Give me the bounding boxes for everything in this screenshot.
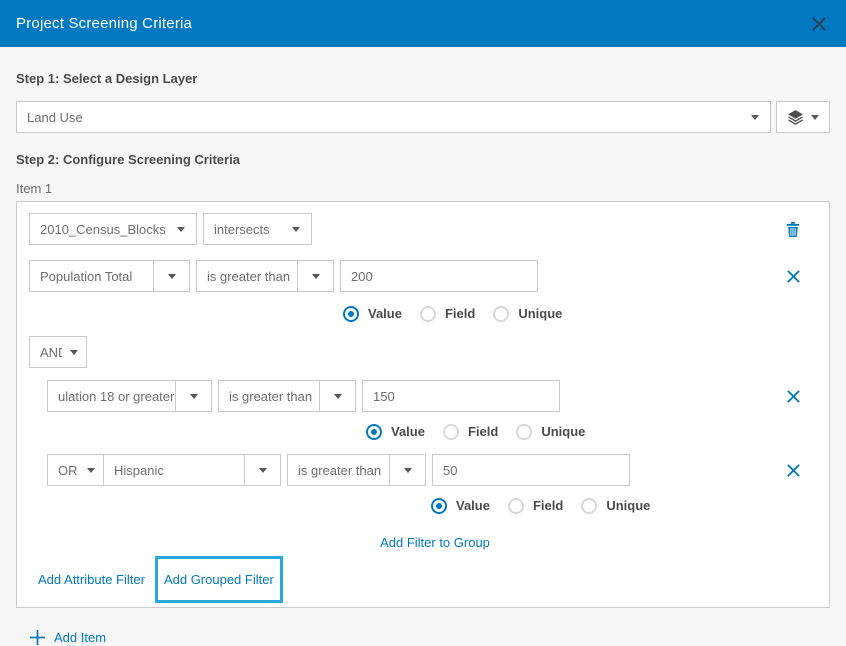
filter2-value-input[interactable] (362, 380, 560, 412)
geometry-row: 2010_Census_Blocks intersects (29, 213, 817, 245)
logic-or-value: OR (48, 463, 79, 478)
filter1-radio-value[interactable]: Value (343, 306, 402, 322)
radio-label-unique: Unique (606, 498, 650, 513)
filter3-radio-value[interactable]: Value (431, 498, 490, 514)
screening-item-panel: 2010_Census_Blocks intersects (16, 201, 830, 608)
radio-label-value: Value (368, 306, 402, 321)
filter3-mode-radios: Value Field Unique (431, 497, 817, 514)
close-icon[interactable] (810, 15, 828, 33)
logic-and-select[interactable]: AND (29, 336, 87, 368)
remove-filter1-button[interactable] (786, 269, 801, 284)
filter2-operator-select[interactable]: is greater than (218, 380, 356, 412)
filter1-operator-select[interactable]: is greater than (196, 260, 334, 292)
radio-label-field: Field (468, 424, 498, 439)
add-filter-to-group-link[interactable]: Add Filter to Group (380, 535, 490, 550)
delete-item-button[interactable] (785, 221, 801, 238)
filter2-mode-radios: Value Field Unique (366, 423, 817, 440)
add-filter-to-group-row: Add Filter to Group (29, 535, 817, 550)
radio-icon (420, 306, 436, 322)
filter2-radio-unique[interactable]: Unique (516, 424, 585, 440)
radio-label-field: Field (533, 498, 563, 513)
filter1-mode-radios: Value Field Unique (343, 305, 817, 322)
filter2-operator-value: is greater than (219, 389, 319, 404)
step1-label: Step 1: Select a Design Layer (16, 71, 830, 86)
filter1-operator-value: is greater than (197, 269, 297, 284)
design-layer-value: Land Use (17, 110, 740, 125)
attribute-filter-row-1: Population Total is greater than (29, 260, 817, 292)
remove-filter3-button[interactable] (786, 463, 801, 478)
chevron-down-icon (811, 115, 819, 120)
close-icon (786, 389, 801, 404)
add-attribute-filter-link[interactable]: Add Attribute Filter (38, 572, 145, 587)
design-layer-select[interactable]: Land Use (16, 101, 771, 133)
radio-label-value: Value (391, 424, 425, 439)
filter1-radio-unique[interactable]: Unique (493, 306, 562, 322)
filter1-field-value: Population Total (30, 269, 153, 284)
chevron-down-icon (740, 115, 770, 120)
radio-label-value: Value (456, 498, 490, 513)
filter3-operator-select[interactable]: is greater than (287, 454, 426, 486)
filter2-field-select[interactable]: ulation 18 or greater (47, 380, 212, 412)
radio-selected-icon (366, 424, 382, 440)
spatial-operator-value: intersects (204, 222, 281, 237)
dialog-title: Project Screening Criteria (16, 15, 192, 32)
radio-icon (493, 306, 509, 322)
dialog-body: Step 1: Select a Design Layer Land Use S… (0, 71, 846, 646)
radio-label-unique: Unique (541, 424, 585, 439)
attribute-filter-row-3: OR Hispanic is greater than (47, 454, 817, 486)
filter1-value-input[interactable] (340, 260, 538, 292)
filter1-field-select[interactable]: Population Total (29, 260, 190, 292)
radio-label-field: Field (445, 306, 475, 321)
filter3-field-select[interactable]: Hispanic (103, 454, 281, 486)
filter-actions-row: Add Attribute Filter Add Grouped Filter (29, 556, 817, 603)
close-icon (786, 463, 801, 478)
radio-icon (508, 498, 524, 514)
design-layer-row: Land Use (16, 101, 830, 133)
chevron-down-icon (153, 261, 189, 291)
chevron-down-icon (281, 227, 311, 232)
filter3-value-input[interactable] (432, 454, 630, 486)
spatial-operator-select[interactable]: intersects (203, 213, 312, 245)
chevron-down-icon (244, 455, 280, 485)
filter3-radio-unique[interactable]: Unique (581, 498, 650, 514)
chevron-down-icon (319, 381, 355, 411)
radio-icon (581, 498, 597, 514)
radio-icon (516, 424, 532, 440)
filter2-radio-value[interactable]: Value (366, 424, 425, 440)
dialog-header: Project Screening Criteria (0, 0, 846, 47)
radio-icon (443, 424, 459, 440)
filter3-radio-field[interactable]: Field (508, 498, 563, 514)
filter2-radio-field[interactable]: Field (443, 424, 498, 440)
radio-selected-icon (343, 306, 359, 322)
filter1-radio-field[interactable]: Field (420, 306, 475, 322)
chevron-down-icon (389, 455, 425, 485)
chevron-down-icon (175, 381, 211, 411)
trash-icon (785, 221, 801, 238)
chevron-down-icon (297, 261, 333, 291)
filter2-field-value: ulation 18 or greater (48, 389, 175, 404)
step2-label: Step 2: Configure Screening Criteria (16, 152, 830, 167)
logic-and-value: AND (30, 345, 62, 360)
chevron-down-icon (166, 227, 196, 232)
chevron-down-icon (79, 468, 103, 473)
filter3-field-value: Hispanic (104, 463, 244, 478)
item-label: Item 1 (16, 181, 830, 196)
tutorial-highlight-box: Add Grouped Filter (155, 556, 283, 603)
chevron-down-icon (62, 350, 86, 355)
layers-icon (787, 109, 804, 126)
layer-options-button[interactable] (776, 101, 830, 133)
radio-label-unique: Unique (518, 306, 562, 321)
add-item-label: Add Item (54, 630, 106, 645)
logic-row: AND (29, 336, 817, 368)
remove-filter2-button[interactable] (786, 389, 801, 404)
add-grouped-filter-link[interactable]: Add Grouped Filter (164, 572, 274, 587)
target-layer-value: 2010_Census_Blocks (30, 222, 166, 237)
filter3-operator-value: is greater than (288, 463, 389, 478)
target-layer-select[interactable]: 2010_Census_Blocks (29, 213, 197, 245)
attribute-filter-row-2: ulation 18 or greater is greater than (47, 380, 817, 412)
radio-selected-icon (431, 498, 447, 514)
logic-or-select[interactable]: OR (47, 454, 104, 486)
close-icon (786, 269, 801, 284)
